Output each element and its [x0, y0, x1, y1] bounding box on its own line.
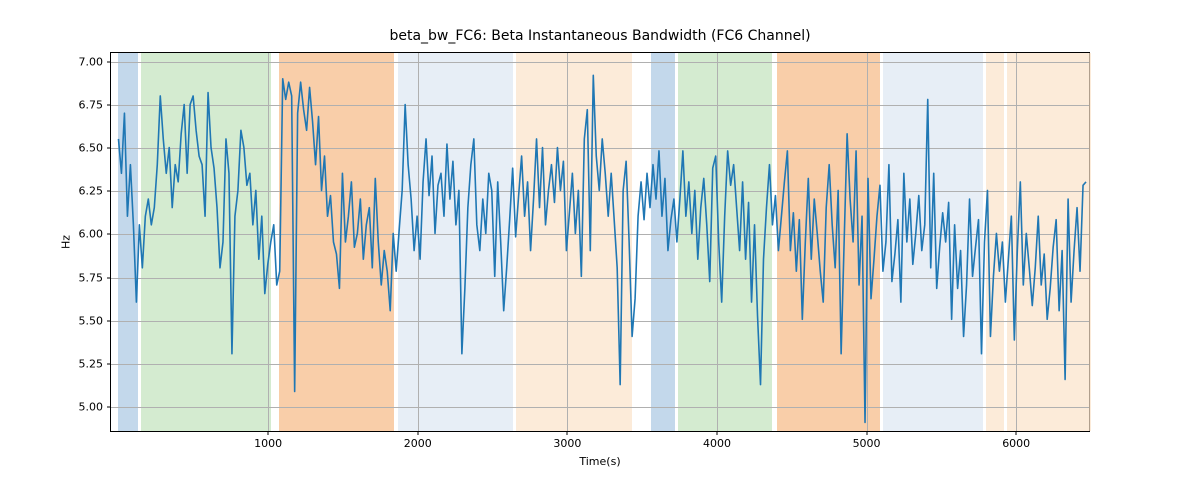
y-tick-label: 5.25 [79, 357, 112, 370]
y-tick-label: 6.75 [79, 98, 112, 111]
y-tick-label: 6.00 [79, 228, 112, 241]
x-tick-label: 3000 [553, 431, 581, 450]
y-tick-label: 6.25 [79, 185, 112, 198]
y-tick-label: 5.50 [79, 314, 112, 327]
x-tick-label: 5000 [853, 431, 881, 450]
plot-area: Hz Time(s) 5.005.255.505.756.006.256.506… [110, 52, 1090, 432]
x-tick-label: 4000 [703, 431, 731, 450]
y-tick-label: 5.00 [79, 401, 112, 414]
y-axis-label: Hz [60, 235, 73, 249]
y-tick-label: 5.75 [79, 271, 112, 284]
chart-title: beta_bw_FC6: Beta Instantaneous Bandwidt… [0, 28, 1200, 44]
y-tick-label: 6.50 [79, 142, 112, 155]
figure: beta_bw_FC6: Beta Instantaneous Bandwidt… [0, 0, 1200, 500]
x-tick-label: 6000 [1002, 431, 1030, 450]
x-tick-label: 2000 [404, 431, 432, 450]
y-tick-label: 7.00 [79, 55, 112, 68]
line-layer [111, 53, 1089, 431]
series-beta_bw_FC6 [118, 75, 1086, 422]
x-tick-label: 1000 [254, 431, 282, 450]
